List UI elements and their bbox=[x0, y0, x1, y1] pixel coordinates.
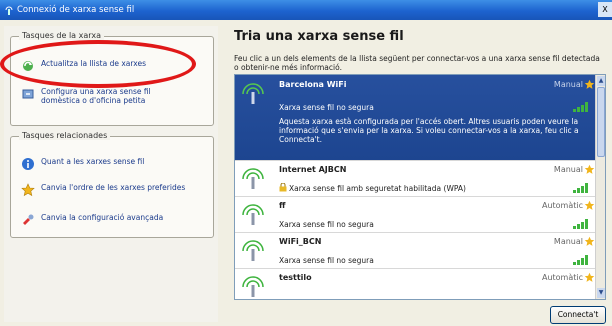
window-title: Connexió de xarxa sense fil bbox=[17, 5, 135, 15]
network-security: Xarxa sense fil no segura bbox=[279, 103, 374, 112]
related-tasks-group: Tasques relacionades Quant a les xarxes … bbox=[10, 131, 214, 238]
wireless-antenna-icon bbox=[242, 168, 264, 189]
connect-button[interactable]: Connecta't bbox=[550, 306, 606, 324]
network-tasks-title: Tasques de la xarxa bbox=[19, 31, 104, 40]
star-icon bbox=[584, 79, 595, 89]
refresh-network-list-label: Actualitza la llista de xarxes bbox=[41, 59, 146, 68]
network-item[interactable]: ff Automàtic Xarxa sense fil no segura bbox=[235, 197, 597, 233]
star-icon bbox=[584, 272, 595, 282]
page-description: Feu clic a un dels elements de la llista… bbox=[234, 54, 600, 72]
wireless-icon bbox=[5, 6, 13, 15]
change-preferred-order-label: Canvia l'ordre de les xarxes preferides bbox=[41, 183, 186, 192]
client-area: Tasques de la xarxa Actualitza la llista… bbox=[0, 20, 612, 326]
task-panel: Tasques de la xarxa Actualitza la llista… bbox=[4, 26, 218, 322]
refresh-icon bbox=[23, 61, 33, 71]
about-wireless-label: Quant a les xarxes sense fil bbox=[41, 157, 145, 166]
signal-strength-icon bbox=[573, 255, 588, 265]
network-name: Internet AJBCN bbox=[279, 165, 347, 174]
network-security: Xarxa sense fil amb seguretat habilitada… bbox=[289, 184, 466, 193]
setup-home-network-label: Configura una xarxa sense fil domèstica … bbox=[41, 87, 151, 105]
info-icon bbox=[22, 158, 34, 170]
settings-icon bbox=[23, 214, 34, 225]
network-name: Barcelona WiFi bbox=[279, 80, 347, 89]
scrollbar-thumb[interactable] bbox=[597, 87, 605, 157]
wireless-antenna-icon bbox=[242, 204, 264, 225]
network-list: Barcelona WiFi Manual Xarxa sense fil no… bbox=[234, 74, 606, 300]
change-preferred-order-link[interactable]: Canvia l'ordre de les xarxes preferides bbox=[21, 183, 191, 197]
network-name: WiFi_BCN bbox=[279, 237, 322, 246]
refresh-network-list-link[interactable]: Actualitza la llista de xarxes bbox=[21, 59, 191, 73]
about-wireless-link[interactable]: Quant a les xarxes sense fil bbox=[21, 157, 191, 171]
wizard-icon bbox=[22, 89, 34, 99]
wireless-antenna-icon bbox=[242, 276, 264, 297]
network-tasks-group: Tasques de la xarxa Actualitza la llista… bbox=[10, 31, 214, 126]
page-title: Tria una xarxa sense fil bbox=[234, 29, 404, 44]
lock-icon bbox=[279, 183, 287, 192]
signal-strength-icon bbox=[573, 102, 588, 112]
star-icon bbox=[584, 236, 595, 246]
network-item[interactable]: WiFi_BCN Manual Xarxa sense fil no segur… bbox=[235, 233, 597, 269]
network-info: Aquesta xarxa està configurada per l'acc… bbox=[279, 117, 579, 144]
network-security: Xarxa sense fil no segura bbox=[279, 220, 374, 229]
wireless-antenna-icon bbox=[242, 83, 264, 104]
scroll-up-icon[interactable]: ▲ bbox=[597, 76, 605, 86]
signal-strength-icon bbox=[573, 183, 588, 193]
network-item[interactable]: Internet AJBCN Manual Xarxa sense fil am… bbox=[235, 161, 597, 197]
star-icon bbox=[584, 164, 595, 174]
network-mode: Automàtic bbox=[541, 201, 583, 210]
signal-strength-icon bbox=[573, 219, 588, 229]
title-bar: Connexió de xarxa sense fil X bbox=[0, 0, 612, 20]
wireless-antenna-icon bbox=[242, 240, 264, 261]
star-icon bbox=[21, 183, 35, 197]
setup-home-network-link[interactable]: Configura una xarxa sense fil domèstica … bbox=[21, 87, 191, 105]
scroll-down-icon[interactable]: ▼ bbox=[597, 288, 605, 298]
related-tasks-title: Tasques relacionades bbox=[19, 131, 111, 140]
network-name: testtilo bbox=[279, 273, 312, 282]
close-button[interactable]: X bbox=[598, 2, 612, 17]
vertical-scrollbar[interactable]: ▲ ▼ bbox=[595, 75, 605, 299]
main-panel: Tria una xarxa sense fil Feu clic a un d… bbox=[228, 26, 612, 326]
network-name: ff bbox=[279, 201, 286, 210]
network-security: Xarxa sense fil no segura bbox=[279, 256, 374, 265]
network-item[interactable]: Barcelona WiFi Manual Xarxa sense fil no… bbox=[235, 75, 597, 161]
advanced-settings-label: Canvia la configuració avançada bbox=[41, 213, 164, 222]
advanced-settings-link[interactable]: Canvia la configuració avançada bbox=[21, 213, 191, 227]
network-item[interactable]: testtilo Automàtic bbox=[235, 269, 597, 299]
star-icon bbox=[584, 200, 595, 210]
network-mode: Manual bbox=[553, 165, 583, 174]
network-mode: Manual bbox=[553, 80, 583, 89]
network-mode: Automàtic bbox=[541, 273, 583, 282]
network-mode: Manual bbox=[553, 237, 583, 246]
